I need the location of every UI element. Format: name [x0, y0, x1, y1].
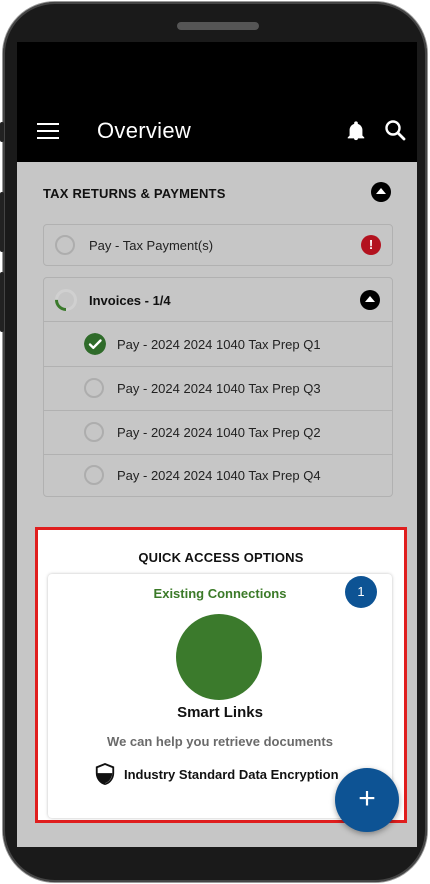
- radio-button[interactable]: [55, 235, 75, 255]
- chevron-up-icon[interactable]: [371, 182, 391, 202]
- invoice-label: Pay - 2024 2024 1040 Tax Prep Q4: [117, 468, 321, 483]
- plus-icon: +: [358, 782, 376, 815]
- progress-ring-icon: [55, 289, 77, 311]
- menu-icon[interactable]: [37, 123, 59, 139]
- invoice-label: Pay - 2024 2024 1040 Tax Prep Q1: [117, 337, 321, 352]
- page-title: Overview: [97, 118, 192, 143]
- phone-frame: Overview TAX RETURNS & PAYMENTS Pay - Ta…: [0, 2, 427, 882]
- smart-links-title: Smart Links: [177, 704, 263, 721]
- existing-connections-label: Existing Connections: [153, 586, 287, 601]
- invoice-item[interactable]: Pay - 2024 2024 1040 Tax Prep Q2: [44, 411, 392, 454]
- phone-button: [0, 122, 4, 142]
- invoice-item[interactable]: Pay - 2024 2024 1040 Tax Prep Q1: [44, 322, 392, 366]
- radio-button[interactable]: [84, 465, 104, 485]
- app-bar: Overview: [17, 102, 417, 158]
- invoice-label: Pay - 2024 2024 1040 Tax Prep Q3: [117, 381, 321, 396]
- screen: Overview TAX RETURNS & PAYMENTS Pay - Ta…: [17, 42, 417, 847]
- connections-count-badge: 1: [345, 576, 377, 608]
- bell-icon[interactable]: [345, 120, 367, 142]
- smart-links-image: [176, 614, 262, 700]
- invoice-item[interactable]: Pay - 2024 2024 1040 Tax Prep Q3: [44, 367, 392, 410]
- check-icon: [84, 333, 106, 355]
- encryption-label: Industry Standard Data Encryption: [124, 767, 339, 782]
- radio-button[interactable]: [84, 422, 104, 442]
- invoice-label: Pay - 2024 2024 1040 Tax Prep Q2: [117, 425, 321, 440]
- speaker-grille: [177, 22, 259, 30]
- invoices-card: Invoices - 1/4 Pay - 2024 2024 1040 Tax …: [43, 277, 393, 497]
- chevron-up-icon[interactable]: [360, 290, 380, 310]
- phone-button: [0, 272, 4, 332]
- shield-icon: [95, 763, 115, 785]
- tax-payment-row[interactable]: Pay - Tax Payment(s) !: [43, 224, 393, 266]
- search-icon[interactable]: [383, 118, 407, 142]
- quick-access-heading: QUICK ACCESS OPTIONS: [138, 550, 304, 565]
- add-button[interactable]: +: [335, 768, 399, 832]
- tax-payment-label: Pay - Tax Payment(s): [89, 238, 214, 253]
- invoice-item[interactable]: Pay - 2024 2024 1040 Tax Prep Q4: [44, 455, 392, 497]
- radio-button[interactable]: [84, 378, 104, 398]
- tax-section-heading: TAX RETURNS & PAYMENTS: [43, 186, 226, 201]
- overview-content: TAX RETURNS & PAYMENTS Pay - Tax Payment…: [17, 162, 417, 847]
- invoices-heading: Invoices - 1/4: [89, 293, 171, 308]
- alert-icon: !: [361, 235, 381, 255]
- smart-links-description: We can help you retrieve documents: [107, 734, 333, 749]
- phone-button: [0, 192, 4, 252]
